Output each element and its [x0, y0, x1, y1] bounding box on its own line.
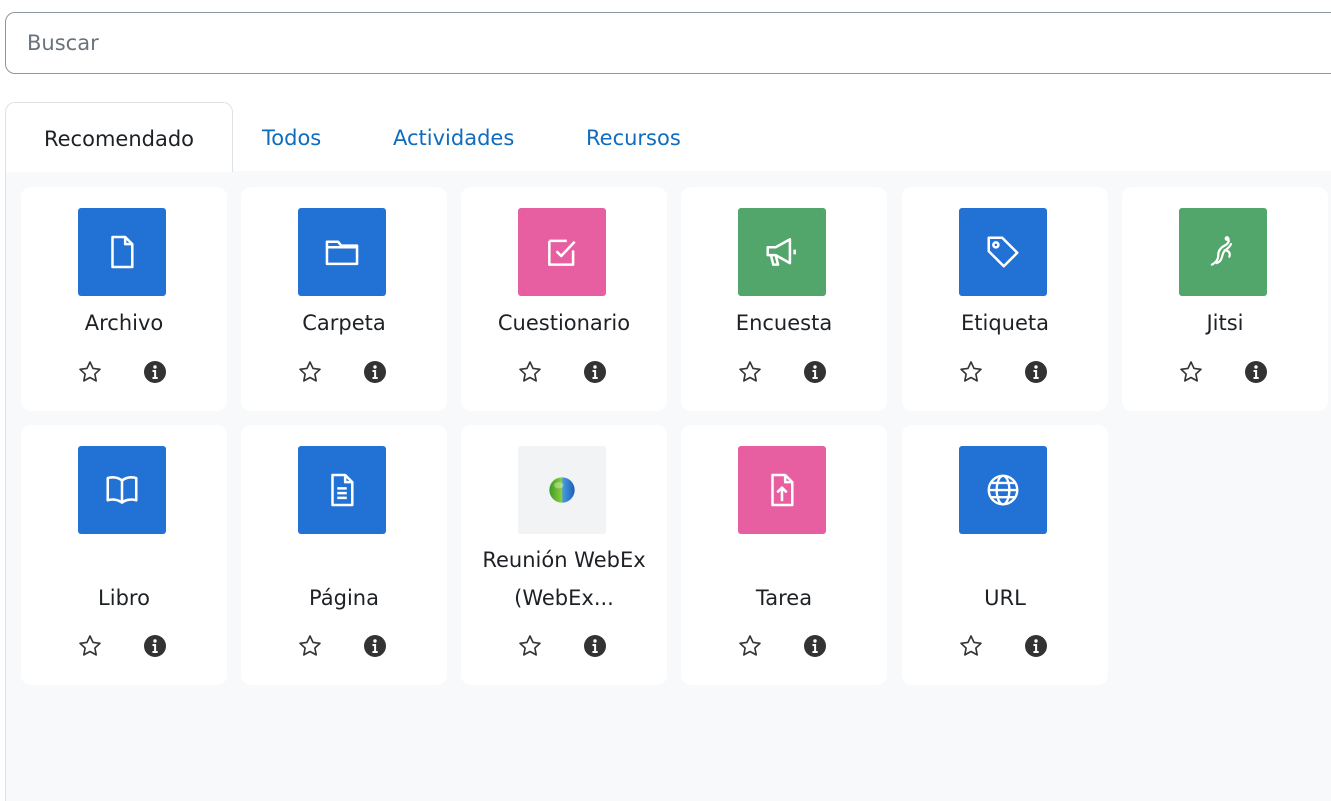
module-name: Libro — [98, 586, 150, 610]
info-icon[interactable] — [1024, 634, 1048, 658]
star-icon[interactable] — [297, 359, 323, 385]
info-icon[interactable] — [1244, 360, 1268, 384]
megaphone-icon — [738, 208, 826, 296]
jitsi-icon — [1179, 208, 1267, 296]
module-name: Cuestionario — [497, 311, 631, 335]
star-icon[interactable] — [958, 633, 984, 659]
assignment-upload-icon — [738, 446, 826, 534]
module-name: Página — [309, 586, 379, 610]
tab-bar: Recomendado Todos Actividades Recursos — [5, 102, 1331, 172]
page-icon — [298, 446, 386, 534]
module-name-line2: (WebEx... — [514, 586, 614, 610]
info-icon[interactable] — [803, 360, 827, 384]
module-name: Encuesta — [735, 311, 833, 335]
star-icon[interactable] — [77, 359, 103, 385]
star-icon[interactable] — [517, 359, 543, 385]
info-icon[interactable] — [143, 360, 167, 384]
info-icon[interactable] — [803, 634, 827, 658]
star-icon[interactable] — [958, 359, 984, 385]
tab-recomendado[interactable]: Recomendado — [5, 102, 233, 172]
tab-actividades[interactable]: Actividades — [393, 102, 514, 172]
module-card-archivo[interactable]: Archivo — [21, 187, 227, 411]
module-card-jitsi[interactable]: Jitsi — [1122, 187, 1328, 411]
search-input[interactable] — [5, 12, 1331, 74]
star-icon[interactable] — [737, 633, 763, 659]
file-icon — [78, 208, 166, 296]
globe-icon — [959, 446, 1047, 534]
star-icon[interactable] — [1178, 359, 1204, 385]
folder-icon — [298, 208, 386, 296]
tab-todos[interactable]: Todos — [262, 102, 321, 172]
module-card-etiqueta[interactable]: Etiqueta — [902, 187, 1108, 411]
info-icon[interactable] — [583, 634, 607, 658]
module-card-carpeta[interactable]: Carpeta — [241, 187, 447, 411]
book-icon — [78, 446, 166, 534]
module-card-libro[interactable]: Libro — [21, 425, 227, 685]
module-name: Etiqueta — [961, 311, 1049, 335]
module-card-encuesta[interactable]: Encuesta — [681, 187, 887, 411]
info-icon[interactable] — [1024, 360, 1048, 384]
module-name: Archivo — [84, 311, 164, 335]
star-icon[interactable] — [297, 633, 323, 659]
star-icon[interactable] — [77, 633, 103, 659]
info-icon[interactable] — [363, 360, 387, 384]
star-icon[interactable] — [517, 633, 543, 659]
checkbox-icon — [518, 208, 606, 296]
star-icon[interactable] — [737, 359, 763, 385]
info-icon[interactable] — [363, 634, 387, 658]
module-card-webex[interactable]: Reunión WebEx (WebEx... — [461, 425, 667, 685]
module-name: URL — [984, 586, 1026, 610]
info-icon[interactable] — [143, 634, 167, 658]
tab-recursos[interactable]: Recursos — [586, 102, 681, 172]
module-card-url[interactable]: URL — [902, 425, 1108, 685]
info-icon[interactable] — [583, 360, 607, 384]
module-name: Tarea — [755, 586, 813, 610]
module-name-line1: Reunión WebEx — [482, 548, 646, 572]
module-card-tarea[interactable]: Tarea — [681, 425, 887, 685]
modules-panel: Archivo Carpeta Cuestionario Encuesta Et… — [5, 171, 1331, 801]
module-card-pagina[interactable]: Página — [241, 425, 447, 685]
module-name: Carpeta — [302, 311, 386, 335]
module-card-cuestionario[interactable]: Cuestionario — [461, 187, 667, 411]
module-name: Jitsi — [1206, 311, 1244, 335]
webex-globe-icon — [518, 446, 606, 534]
tag-icon — [959, 208, 1047, 296]
